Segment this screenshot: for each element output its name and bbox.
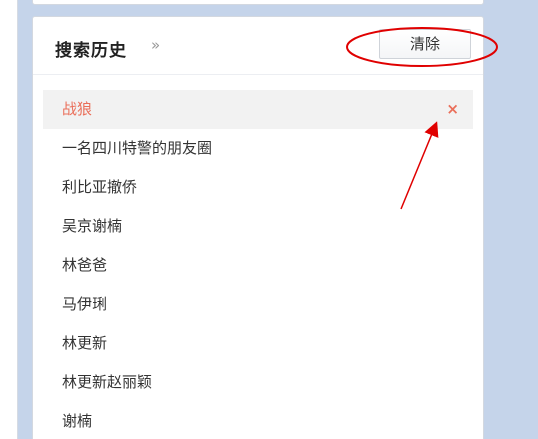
history-item[interactable]: 吴京谢楠: [43, 207, 473, 246]
history-item-label: 吴京谢楠: [62, 217, 123, 235]
history-item-label: 谢楠: [62, 412, 93, 430]
previous-card-edge: [32, 0, 484, 5]
panel-header: 搜索历史 » 清除: [33, 17, 483, 75]
history-item[interactable]: 马伊琍: [43, 285, 473, 324]
history-item-label: 林更新: [62, 334, 108, 352]
search-history-panel: 搜索历史 » 清除 战狼 × 一名四川特警的朋友圈 利比亚撤侨 吴京谢楠 林爸爸…: [32, 16, 484, 439]
close-icon[interactable]: ×: [446, 90, 459, 129]
double-chevron-right-icon[interactable]: »: [151, 36, 160, 54]
screen: 搜索历史 » 清除 战狼 × 一名四川特警的朋友圈 利比亚撤侨 吴京谢楠 林爸爸…: [0, 0, 538, 439]
left-column: [0, 0, 18, 439]
history-list: 战狼 × 一名四川特警的朋友圈 利比亚撤侨 吴京谢楠 林爸爸 马伊琍 林更新 林…: [43, 90, 473, 439]
history-item-label: 马伊琍: [62, 295, 108, 313]
history-item[interactable]: 利比亚撤侨: [43, 168, 473, 207]
history-item[interactable]: 战狼 ×: [43, 90, 473, 129]
history-item-label: 林爸爸: [62, 256, 108, 274]
history-item[interactable]: 一名四川特警的朋友圈: [43, 129, 473, 168]
history-item[interactable]: 林更新: [43, 324, 473, 363]
history-item[interactable]: 林更新赵丽颖: [43, 363, 473, 402]
history-item-label: 利比亚撤侨: [62, 178, 138, 196]
panel-title: 搜索历史: [55, 41, 127, 61]
history-item[interactable]: 谢楠: [43, 402, 473, 439]
history-item[interactable]: 林爸爸: [43, 246, 473, 285]
clear-button[interactable]: 清除: [379, 29, 471, 59]
history-item-label: 战狼: [62, 100, 93, 118]
history-item-label: 一名四川特警的朋友圈: [62, 139, 213, 157]
history-item-label: 林更新赵丽颖: [62, 373, 153, 391]
